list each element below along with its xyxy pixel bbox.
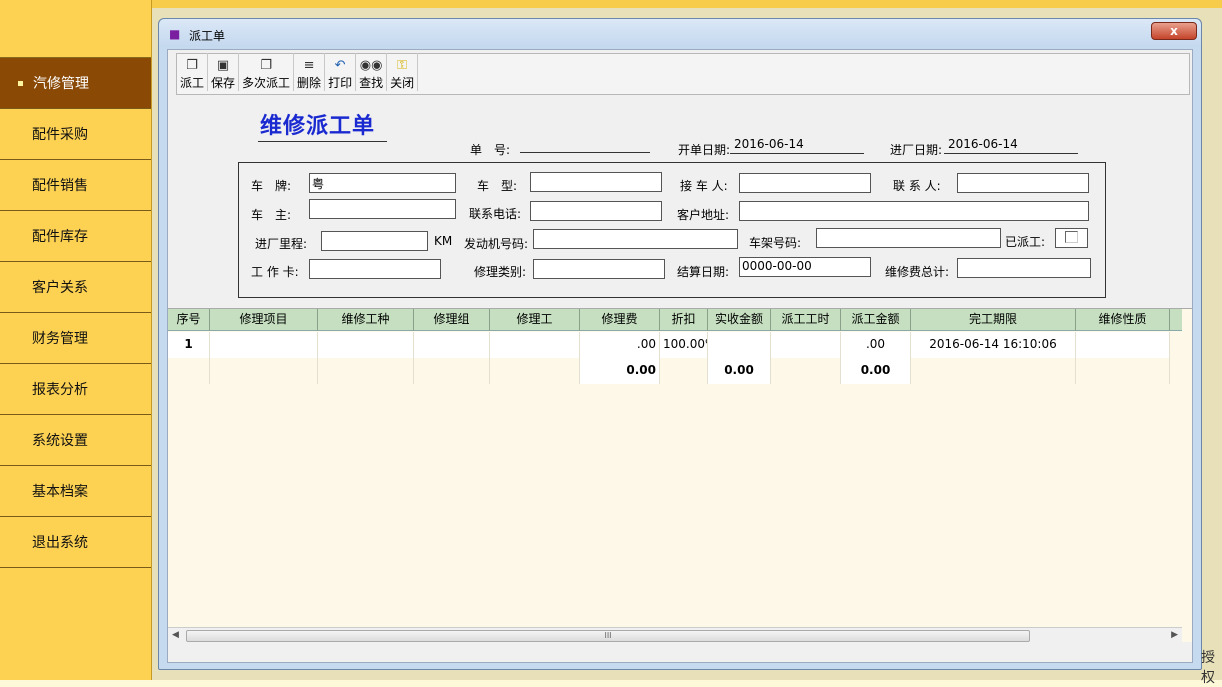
sidebar-item-archives[interactable]: 基本档案 xyxy=(0,466,151,517)
window-close-button[interactable]: x xyxy=(1151,22,1197,40)
dispatch-icon: ❐ xyxy=(186,58,198,73)
receiver-input[interactable] xyxy=(739,173,871,193)
open-date-label: 开单日期: xyxy=(678,143,731,157)
work-card-input[interactable] xyxy=(309,259,441,279)
scroll-left-icon[interactable]: ◀ xyxy=(172,630,179,640)
car-icon: ■ xyxy=(169,27,181,41)
order-no-label: 单 号: xyxy=(470,143,511,157)
settle-date-label: 结算日期: xyxy=(677,265,730,279)
contact-label: 联 系 人: xyxy=(893,179,941,193)
total-amount-sum: 0.00 xyxy=(841,358,911,384)
delete-button[interactable]: ≡ 删除 xyxy=(294,53,326,91)
enter-date-value: 2016-06-14 xyxy=(944,137,1078,154)
phone-label: 联系电话: xyxy=(469,207,522,221)
total-fee-sum: 0.00 xyxy=(580,358,660,384)
contact-input[interactable] xyxy=(957,173,1089,193)
total-fee-label: 维修费总计: xyxy=(885,265,950,279)
window-content: ❐ 派工 ▣ 保存 ❐ 多次派工 ≡ 删除 ↶ 打印 ◉◉ 查找 ⚿ 关闭 维修派工单 单 号… xyxy=(167,49,1193,663)
work-card-label: 工 作 卡: xyxy=(251,265,299,279)
plate-label: 车 牌: xyxy=(251,179,292,193)
engine-input[interactable] xyxy=(533,229,738,249)
close-button[interactable]: ⚿ 关闭 xyxy=(387,53,419,91)
sidebar-item-repair[interactable]: 汽修管理 xyxy=(0,58,151,109)
dispatched-checkbox[interactable] xyxy=(1055,228,1088,248)
dispatch-window: ■ 派工单 x ❐ 派工 ▣ 保存 ❐ 多次派工 ≡ 删除 ↶ 打印 ◉◉ 查找 ⚿ 关闭 维… xyxy=(158,18,1202,670)
sidebar-item-customer[interactable]: 客户关系 xyxy=(0,262,151,313)
grid-header: 序号 修理项目 维修工种 修理组 修理工 修理费 折扣 实收金额 派工工时 派工… xyxy=(168,309,1182,331)
col-header-item[interactable]: 修理项目 xyxy=(210,309,318,331)
key-icon: ⚿ xyxy=(397,58,408,73)
sidebar-item-parts-sales[interactable]: 配件销售 xyxy=(0,160,151,211)
active-bullet-icon xyxy=(18,80,23,86)
mileage-label: 进厂里程: xyxy=(255,237,308,251)
settle-date-input[interactable]: 0000-00-00 xyxy=(739,257,871,277)
edge-text: 授权 xyxy=(1201,650,1215,686)
save-button[interactable]: ▣ 保存 xyxy=(208,53,240,91)
receiver-label: 接 车 人: xyxy=(680,179,728,193)
col-header-nature[interactable]: 维修性质 xyxy=(1076,309,1170,331)
total-received-sum: 0.00 xyxy=(708,358,771,384)
window-title: 派工单 xyxy=(189,29,226,43)
col-header-discount[interactable]: 折扣 xyxy=(660,309,708,331)
sidebar-item-settings[interactable]: 系统设置 xyxy=(0,415,151,466)
owner-label: 车 主: xyxy=(251,208,292,222)
model-input[interactable] xyxy=(530,172,662,192)
repair-type-label: 修理类别: xyxy=(474,265,527,279)
vin-label: 车架号码: xyxy=(749,236,802,250)
engine-label: 发动机号码: xyxy=(464,237,529,251)
find-button[interactable]: ◉◉ 查找 xyxy=(356,53,388,91)
dispatched-label: 已派工: xyxy=(1005,235,1046,249)
print-button[interactable]: ↶ 打印 xyxy=(325,53,357,91)
binoculars-icon: ◉◉ xyxy=(359,58,383,73)
address-input[interactable] xyxy=(739,201,1089,221)
scroll-right-icon[interactable]: ▶ xyxy=(1171,630,1178,640)
scrollbar-thumb[interactable]: III xyxy=(186,630,1030,642)
open-date-value: 2016-06-14 xyxy=(730,137,864,154)
order-no-value xyxy=(520,139,650,153)
floppy-icon: ▣ xyxy=(216,58,230,73)
mileage-input[interactable] xyxy=(321,231,428,251)
col-header-worker[interactable]: 修理工 xyxy=(490,309,580,331)
col-header-hours[interactable]: 派工工时 xyxy=(771,309,841,331)
col-header-deadline[interactable]: 完工期限 xyxy=(911,309,1076,331)
multi-dispatch-icon: ❐ xyxy=(260,58,272,73)
table-row[interactable]: 1 .00 100.00% .00 2016-06-14 16:10:06 xyxy=(168,332,1172,358)
mileage-unit: KM xyxy=(434,234,453,248)
toolbar: ❐ 派工 ▣ 保存 ❐ 多次派工 ≡ 删除 ↶ 打印 ◉◉ 查找 ⚿ 关闭 xyxy=(176,53,1190,95)
owner-input[interactable] xyxy=(309,199,456,219)
phone-input[interactable] xyxy=(530,201,662,221)
model-label: 车 型: xyxy=(477,179,518,193)
address-label: 客户地址: xyxy=(677,208,730,222)
vin-input[interactable] xyxy=(816,228,1001,248)
form-title: 维修派工单 xyxy=(258,108,388,142)
col-header-seq[interactable]: 序号 xyxy=(168,309,210,331)
col-header-received[interactable]: 实收金额 xyxy=(708,309,771,331)
sidebar-header xyxy=(0,0,151,58)
sidebar-item-reports[interactable]: 报表分析 xyxy=(0,364,151,415)
vehicle-info-panel: 车 牌: 粤 车 型: 接 车 人: 联 系 人: 车 主: 联系电话: 客户地… xyxy=(238,162,1106,298)
col-header-amount[interactable]: 派工金额 xyxy=(841,309,911,331)
sidebar-item-finance[interactable]: 财务管理 xyxy=(0,313,151,364)
col-header-group[interactable]: 修理组 xyxy=(414,309,490,331)
total-fee-input[interactable] xyxy=(957,258,1091,278)
plate-input[interactable]: 粤 xyxy=(309,173,456,193)
checkbox-square-icon xyxy=(1065,231,1078,243)
delete-row-icon: ≡ xyxy=(303,58,315,73)
undo-arrow-icon: ↶ xyxy=(334,58,346,73)
col-header-trade[interactable]: 维修工种 xyxy=(318,309,414,331)
repair-items-grid: 序号 修理项目 维修工种 修理组 修理工 修理费 折扣 实收金额 派工工时 派工… xyxy=(168,308,1192,643)
sidebar-item-parts-purchase[interactable]: 配件采购 xyxy=(0,109,151,160)
enter-date-label: 进厂日期: xyxy=(890,143,943,157)
col-header-fee[interactable]: 修理费 xyxy=(580,309,660,331)
window-titlebar[interactable]: ■ 派工单 x xyxy=(159,19,1201,47)
sidebar-item-parts-inventory[interactable]: 配件库存 xyxy=(0,211,151,262)
dispatch-button[interactable]: ❐ 派工 xyxy=(177,53,209,91)
sidebar-item-exit[interactable]: 退出系统 xyxy=(0,517,151,568)
totals-row: 0.00 0.00 0.00 xyxy=(168,358,1172,384)
top-strip xyxy=(0,0,1222,8)
repair-type-input[interactable] xyxy=(533,259,665,279)
horizontal-scrollbar[interactable]: ◀ III ▶ xyxy=(168,627,1182,643)
multi-dispatch-button[interactable]: ❐ 多次派工 xyxy=(239,53,295,91)
sidebar: 汽修管理 配件采购 配件销售 配件库存 客户关系 财务管理 报表分析 系统设置 … xyxy=(0,0,152,680)
